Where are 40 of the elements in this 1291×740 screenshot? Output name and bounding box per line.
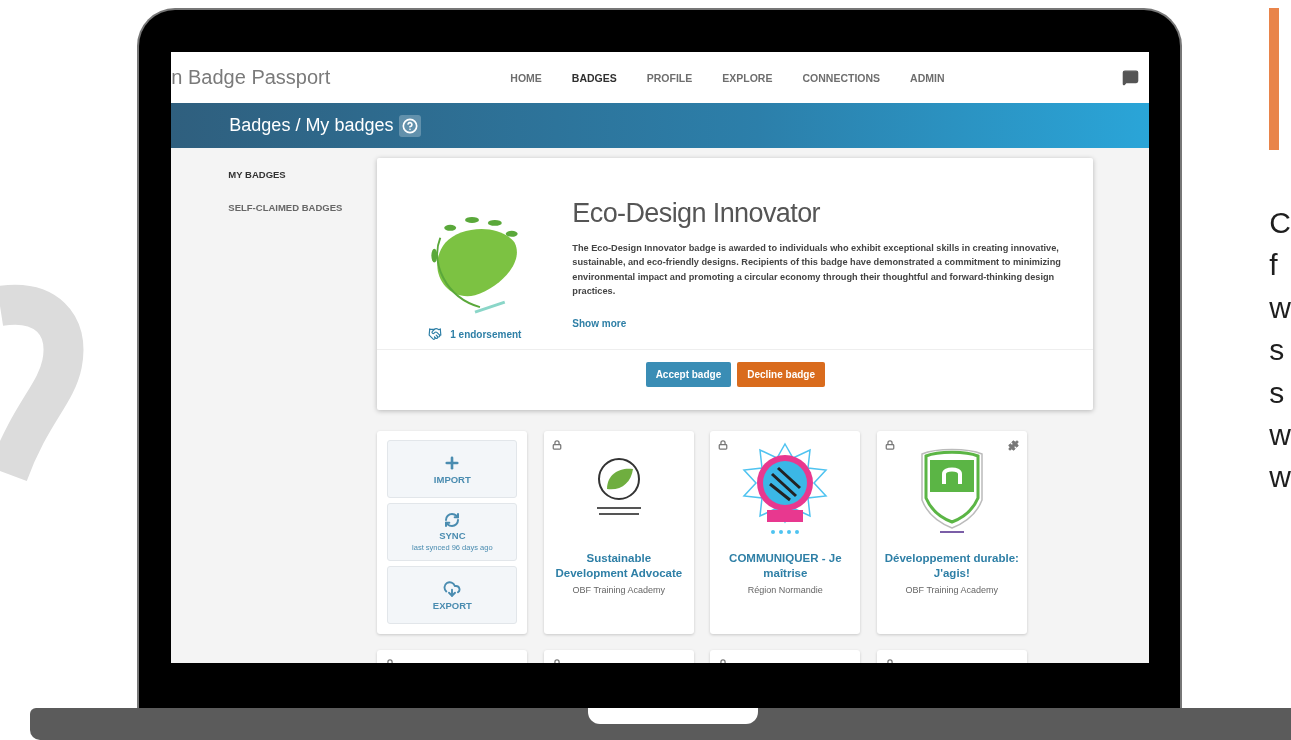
badge-name[interactable]: Développement durable: J'agis! [876,551,1027,580]
issuer-name: Région Normandie [747,585,823,595]
badge-description: The Eco-Design Innovator badge is awarded to individuals who exhibit exceptional skills in creating innovative, sustainable, and eco-friendly designs. Recipients of this badge have demonstrated a commitment to minimizing environmental impact and promoting a circular economy through their thoughtful and forward-thinking design practices. [572,242,1062,298]
nav-link[interactable]: BADGES [571,71,617,84]
import-button[interactable]: IMPORT [387,440,518,498]
accept-button[interactable]: Accept badge [645,362,732,387]
badge-name[interactable]: COMMUNIQUER - Je maîtrise [710,551,861,580]
site-title: n Badge Passport [171,66,332,89]
side-text: w [1269,459,1291,496]
side-text: s [1269,374,1286,411]
nav-link[interactable]: PROFILE [646,71,693,84]
badge-name[interactable]: Sustainable Development Advocate [543,551,694,580]
cloud-download-icon [443,579,462,598]
sidebar-link[interactable]: SELF-CLAIMED BADGES [228,202,378,213]
page-title: Badges / My badges [229,115,394,136]
endorsement-link[interactable]: 1 endorsement [428,327,522,341]
badge-card[interactable]: Sustainable Development Advocate OBF Training Academy [543,431,694,634]
chat-icon[interactable] [1122,69,1140,86]
badge-card[interactable]: Développement durable: J'agis! OBF Training Academy [876,431,1027,634]
handshake-icon [428,327,443,341]
side-text: w [1269,289,1291,326]
side-text: s [1269,332,1286,369]
decline-button[interactable]: Decline badge [737,362,825,387]
puzzle-icon [1007,440,1019,451]
side-text: C [1269,205,1291,241]
sync-icon [444,512,461,528]
sidebar-link[interactable]: MY BADGES [228,169,378,180]
show-more-link[interactable]: Show more [572,318,627,330]
nav-link[interactable]: HOME [510,71,542,84]
nav-link[interactable]: ADMIN [910,71,945,84]
side-text: w [1269,417,1291,454]
badge-card[interactable]: COMMUNIQUER - Je maîtrise Région Normandie [710,431,861,634]
nav-link[interactable]: EXPLORE [722,71,773,84]
issuer-name: OBF Training Academy [572,585,666,595]
nav-link[interactable]: CONNECTIONS [802,71,881,84]
issuer-name: OBF Training Academy [905,585,999,595]
badge-title: Eco-Design Innovator [572,198,821,229]
export-button[interactable]: EXPORT [387,566,518,624]
side-text: f [1269,247,1279,284]
help-button[interactable] [399,114,422,137]
